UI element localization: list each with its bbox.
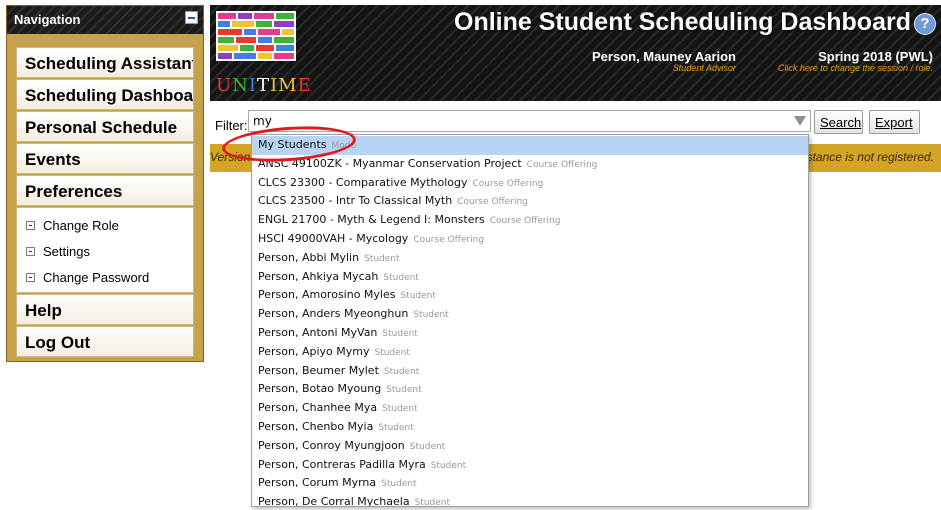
suggestion-item[interactable]: ANSC 49100ZK - Myanmar Conservation Proj… [252,155,808,174]
suggestion-item[interactable]: Person, Ahkiya Mycah Student [252,268,808,287]
suggestion-type: Student [383,366,420,377]
session-selector[interactable]: Spring 2018 (PWL) Click here to change t… [778,49,933,73]
suggestion-text: Person, De Corral Mychaela [258,495,410,507]
suggestion-text: CLCS 23300 - Comparative Mythology [258,175,468,189]
filter-label: Filter: [215,118,248,133]
suggestion-type: Course Offering [526,159,598,170]
unitime-logo-text: UNITIME [216,75,312,96]
suggestion-item[interactable]: Person, Beumer Mylet Student [252,362,808,381]
page-header: UNITIME Online Student Scheduling Dashbo… [210,5,941,101]
message-text-right: stance is not registered. [806,150,934,164]
suggestion-text: Person, Abbi Mylin [258,250,360,264]
suggestion-item[interactable]: Person, Abbi Mylin Student [252,249,808,268]
suggestion-item[interactable]: Person, Chanhee Mya Student [252,399,808,418]
suggestion-item[interactable]: Person, Amorosino Myles Student [252,286,808,305]
suggestion-text: CLCS 23500 - Intr To Classical Myth [258,194,453,208]
suggestion-item[interactable]: CLCS 23300 - Comparative Mythology Course… [252,174,808,193]
suggestion-item[interactable]: Person, Chenbo Myia Student [252,418,808,437]
navigation-header: Navigation [7,6,203,34]
suggestion-type: Student [413,310,449,321]
suggestion-type: Student [400,291,436,302]
suggestion-text: ENGL 21700 - Myth & Legend I: Monsters [258,213,485,227]
collapse-icon[interactable] [185,11,198,24]
suggestion-item[interactable]: Person, Botao Myoung Student [252,380,808,399]
suggestion-text: Person, Amorosino Myles [258,288,396,302]
suggestion-text: HSCI 49000VAH - Mycology [258,231,409,245]
suggestion-text: Person, Contreras Padilla Myra [258,457,426,471]
suggestion-item[interactable]: Person, Corum Myrna Student [252,474,808,493]
nav-subitem-label: Change Role [43,217,119,233]
suggestion-type: Student [378,422,414,433]
help-icon[interactable]: ? [914,13,936,35]
nav-item-help[interactable]: Help [16,294,194,325]
filter-suggestion-list: My Students Mode ANSC 49100ZK - Myanmar Co… [251,134,809,507]
suggestion-item[interactable]: Person, De Corral Mychaela Student [252,493,808,507]
suggestion-item[interactable]: Person, Apiyo Mymy Student [252,343,808,362]
suggestion-item[interactable]: Person, Antoni MyVan Student [252,324,808,343]
suggestion-type: Course Offering [457,197,528,208]
nav-item-preferences[interactable]: Preferences [16,175,194,206]
suggestion-type: Course Offering [489,216,561,227]
user-name: Person, Mauney Aarion [592,49,736,64]
suggestion-type: Course Offering [413,234,485,245]
nav-item-scheduling-assistant[interactable]: Scheduling Assistant [16,47,194,78]
unitime-logo [216,11,296,61]
menu-bullet-icon [26,220,35,230]
nav-subitem-label: Settings [43,243,90,259]
suggestion-text: Person, Antoni MyVan [258,325,378,339]
suggestion-text: Person, Corum Myrna [258,476,377,490]
navigation-panel: Navigation Scheduling Assistant Scheduli… [6,5,204,362]
session-name: Spring 2018 (PWL) [818,49,933,64]
page-title: Online Student Scheduling Dashboard [454,8,911,36]
suggestion-text: Person, Apiyo Mymy [258,344,370,358]
suggestion-text: Person, Anders Myeonghun [258,307,409,321]
suggestion-text: Person, Conroy Myungjoon [258,438,405,452]
user-info[interactable]: Person, Mauney Aarion Student Advisor [592,49,736,73]
nav-item-personal-schedule[interactable]: Personal Schedule [16,111,194,142]
nav-subitem-change-role[interactable]: Change Role [17,212,193,238]
menu-bullet-icon [26,246,35,256]
suggestion-item[interactable]: ENGL 21700 - Myth & Legend I: Monsters Co… [252,211,808,230]
menu-bullet-icon [26,272,35,282]
dropdown-arrow-icon[interactable] [794,116,806,126]
suggestion-item[interactable]: Person, Conroy Myungjoon Student [252,437,808,456]
nav-item-events[interactable]: Events [16,143,194,174]
suggestion-type: Student [364,253,400,264]
suggestion-type: Student [430,460,467,471]
suggestion-type: Student [386,385,422,396]
suggestion-text: Person, Beumer Mylet [258,363,379,377]
preferences-submenu: Change Role Settings Change Password [16,207,194,293]
suggestion-item[interactable]: CLCS 23500 - Intr To Classical Myth Cours… [252,192,808,211]
nav-subitem-change-password[interactable]: Change Password [17,264,193,290]
user-role: Student Advisor [672,63,736,73]
suggestion-type: Student [374,347,410,358]
suggestion-type: Student [381,479,417,490]
navigation-menu: Scheduling Assistant Scheduling Dashboar… [16,47,194,357]
nav-item-log-out[interactable]: Log Out [16,326,194,357]
export-button[interactable]: Export [869,110,920,134]
suggestion-type: Student [409,441,446,452]
nav-subitem-settings[interactable]: Settings [17,238,193,264]
suggestion-item[interactable]: Person, Anders Myeonghun Student [252,305,808,324]
suggestion-type: Student [383,272,419,283]
suggestion-type: Course Offering [472,178,544,189]
session-hint: Click here to change the session / role. [777,63,933,73]
navigation-title: Navigation [14,12,81,27]
suggestion-item[interactable]: HSCI 49000VAH - Mycology Course Offering [252,230,808,249]
suggestion-text: Person, Chanhee Mya [258,401,378,415]
nav-item-scheduling-dashboard[interactable]: Scheduling Dashboard [16,79,194,110]
suggestion-text: Person, Chenbo Myia [258,419,374,433]
suggestion-text: Person, Ahkiya Mycah [258,269,379,283]
nav-subitem-label: Change Password [43,269,150,285]
suggestion-type: Student [382,404,418,415]
suggestion-type: Student [414,498,451,507]
search-button[interactable]: Search [814,110,863,134]
suggestion-text: Person, Botao Myoung [258,382,382,396]
suggestion-item[interactable]: Person, Contreras Padilla Myra Student [252,456,808,475]
suggestion-type: Student [382,328,418,339]
